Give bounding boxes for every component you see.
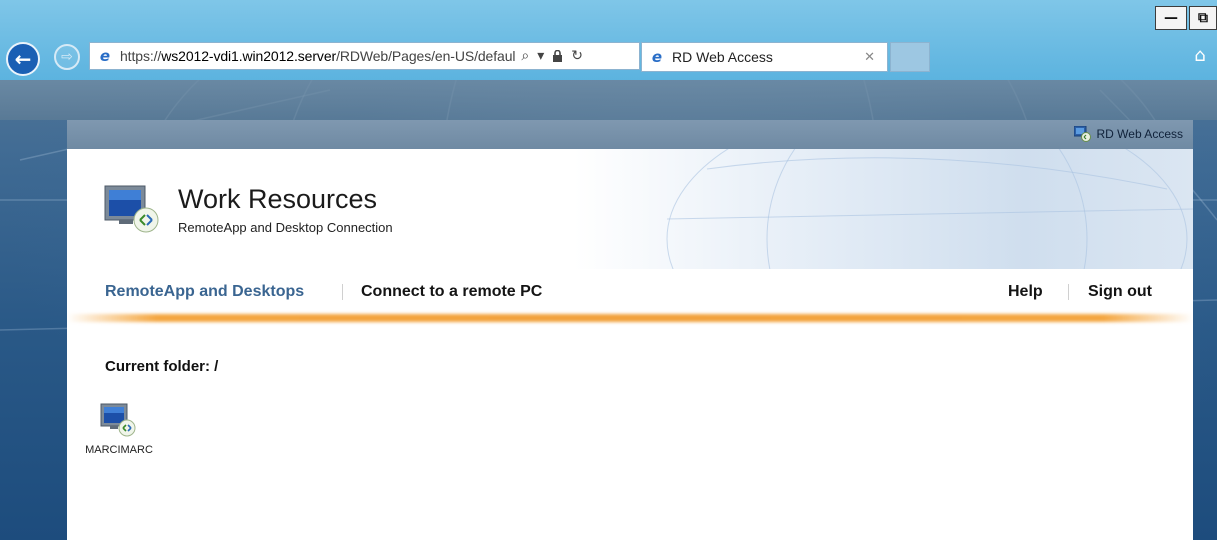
nav-connect-remote-pc[interactable]: Connect to a remote PC [361,283,542,301]
restore-button[interactable]: ⧉ [1189,6,1217,30]
rd-mini-icon [1073,125,1092,142]
app-label: MARCIMARC [85,444,153,456]
search-icon[interactable]: ⌕ [521,48,529,64]
refresh-icon[interactable]: ↻ [571,48,583,64]
tab-label: RD Web Access [672,49,773,65]
address-bar[interactable]: e https://ws2012-vdi1.win2012.server/RDW… [89,42,640,70]
nav-remoteapp-desktops[interactable]: RemoteApp and Desktops [105,283,304,301]
page-top-bar: RD Web Access [67,120,1193,149]
address-url: https://ws2012-vdi1.win2012.server/RDWeb… [120,48,516,64]
back-button[interactable]: ← [6,42,40,76]
tab-rd-web-access[interactable]: e RD Web Access ✕ [641,42,888,72]
url-scheme: https:// [120,48,162,64]
app-logo-icon [103,180,163,236]
address-tools: ⌕ ▾ ↻ [521,48,583,64]
forward-arrow-icon: ⇨ [61,49,73,65]
remote-desktop-icon [99,400,139,440]
rd-web-page: RD Web Access Work Resources RemoteApp a… [67,120,1193,540]
ie-favicon-icon: e [99,47,111,65]
home-icon[interactable]: ⌂ [1189,44,1211,66]
brand-subtitle: RemoteApp and Desktop Connection [178,220,393,235]
nav-sign-out[interactable]: Sign out [1088,283,1152,301]
nav-help[interactable]: Help [1008,283,1043,301]
orange-divider [67,314,1193,322]
forward-button[interactable]: ⇨ [54,44,80,70]
tab-close-icon[interactable]: ✕ [864,50,875,65]
minimize-button[interactable]: — [1155,6,1187,30]
restore-icon: ⧉ [1198,10,1208,26]
new-tab-button[interactable] [890,42,930,72]
minimize-icon: — [1164,10,1178,26]
url-host: ws2012-vdi1.win2012.server [161,48,337,64]
browser-content-top [0,80,1217,120]
back-arrow-icon: ← [14,47,32,71]
brand-title: Work Resources [178,184,378,214]
url-path: /RDWeb/Pages/en-US/defaul [336,48,516,64]
dropdown-icon[interactable]: ▾ [537,48,544,64]
rd-web-access-tag: RD Web Access [1073,125,1183,142]
lock-icon[interactable] [552,49,563,62]
tab-ie-icon: e [651,48,663,66]
current-folder-label: Current folder: / [105,358,219,375]
nav-separator [1068,284,1069,300]
top-label: RD Web Access [1096,127,1183,141]
nav-separator [342,284,343,300]
app-tile-marcimarc[interactable]: MARCIMARC [79,400,159,462]
browser-chrome: — ⧉ ← ⇨ e https://ws2012-vdi1.win2012.se… [0,0,1217,80]
